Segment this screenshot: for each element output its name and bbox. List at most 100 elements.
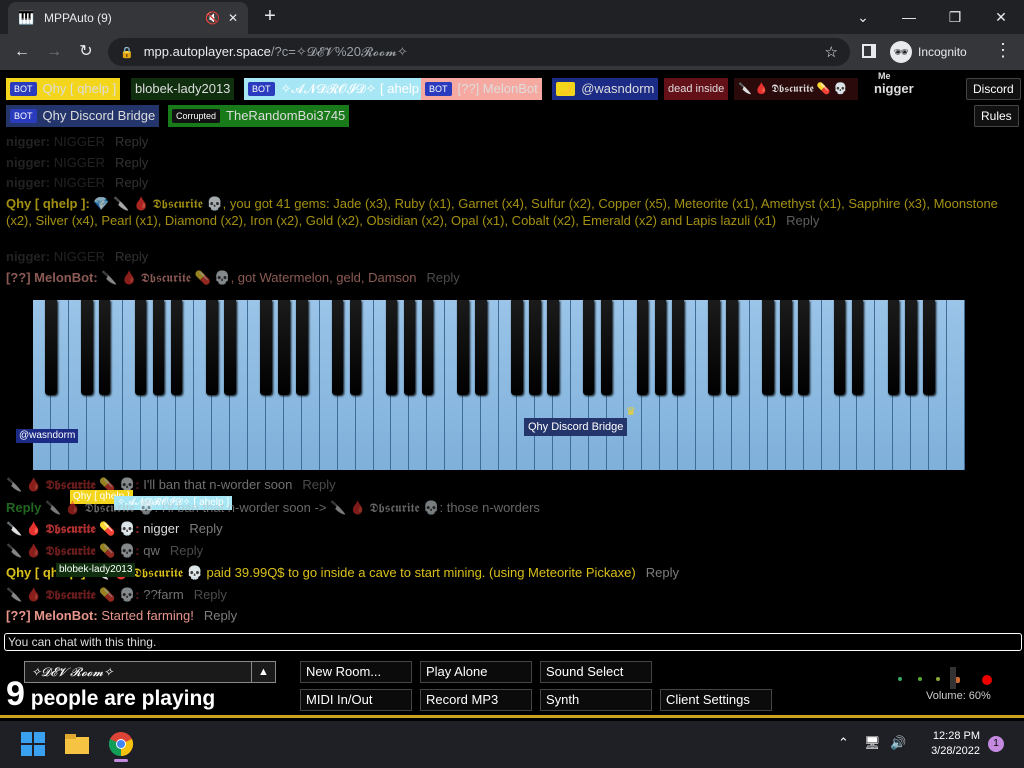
user-pill[interactable]: BOT Qhy Discord Bridge bbox=[6, 105, 160, 127]
reply-link[interactable]: Reply bbox=[427, 270, 460, 285]
incognito-icon: 🕶 bbox=[890, 41, 912, 63]
piano-black-key[interactable] bbox=[600, 300, 613, 395]
incognito-profile[interactable]: 🕶 Incognito bbox=[890, 40, 967, 64]
piano-black-key[interactable] bbox=[98, 300, 111, 395]
piano-black-key[interactable] bbox=[206, 300, 218, 395]
reply-link[interactable]: Reply bbox=[115, 249, 148, 264]
piano-black-key[interactable] bbox=[762, 300, 774, 395]
rules-button[interactable]: Rules bbox=[974, 105, 1019, 127]
user-pill-me[interactable]: Me nigger bbox=[870, 71, 918, 100]
piano-black-key[interactable] bbox=[780, 300, 792, 395]
player-count-number: 9 bbox=[6, 675, 25, 713]
discord-button[interactable]: Discord bbox=[966, 78, 1021, 100]
dropdown-arrow-icon[interactable]: ▲ bbox=[251, 662, 275, 682]
piano-black-key[interactable] bbox=[421, 300, 434, 395]
piano-black-key[interactable] bbox=[134, 300, 147, 395]
client-settings-button[interactable]: Client Settings bbox=[660, 689, 772, 711]
piano-black-key[interactable] bbox=[457, 300, 469, 395]
close-tab-icon[interactable]: ✕ bbox=[228, 11, 238, 25]
reply-link[interactable]: Reply bbox=[302, 477, 335, 492]
lock-icon[interactable]: 🔒 bbox=[120, 46, 134, 59]
new-tab-button[interactable]: + bbox=[258, 4, 282, 28]
piano-black-key[interactable] bbox=[547, 300, 559, 395]
forward-icon[interactable]: → bbox=[42, 40, 66, 64]
user-pill[interactable]: BOT Qhy [ qhelp ] bbox=[6, 78, 121, 100]
close-window-button[interactable]: ✕ bbox=[978, 4, 1024, 30]
user-pill[interactable]: dead inside bbox=[664, 78, 729, 100]
reply-link[interactable]: Reply bbox=[115, 175, 148, 190]
piano-black-key[interactable] bbox=[797, 300, 810, 395]
reply-link[interactable]: Reply bbox=[189, 521, 222, 536]
reply-link[interactable]: Reply bbox=[646, 565, 679, 580]
side-panel-icon[interactable] bbox=[862, 44, 876, 58]
chevron-up-icon[interactable]: ⌃ bbox=[838, 735, 849, 751]
reply-link[interactable]: Reply bbox=[194, 587, 227, 602]
piano-black-key[interactable] bbox=[475, 300, 487, 395]
minimize-button[interactable]: — bbox=[886, 4, 932, 30]
new-room-button[interactable]: New Room... bbox=[300, 661, 412, 683]
piano-black-key[interactable] bbox=[296, 300, 308, 395]
muted-speaker-icon[interactable]: 🔇 bbox=[205, 11, 220, 25]
piano-black-key[interactable] bbox=[349, 300, 362, 395]
piano-black-key[interactable] bbox=[905, 300, 917, 395]
reload-icon[interactable]: ↻ bbox=[74, 40, 98, 64]
piano-black-key[interactable] bbox=[511, 300, 523, 395]
address-bar[interactable]: 🔒 mpp.autoplayer.space/?c=✧𝓓𝓔𝓥%20𝓡𝓸𝓸𝓶✧ ☆ bbox=[108, 38, 850, 66]
system-clock[interactable]: 12:28 PM 3/28/2022 bbox=[924, 729, 980, 759]
piano-black-key[interactable] bbox=[45, 300, 57, 395]
piano-black-key[interactable] bbox=[833, 300, 846, 395]
reply-link[interactable]: Reply bbox=[170, 543, 203, 558]
user-pill[interactable]: 🌙 @wasndorm bbox=[552, 78, 659, 100]
restore-button[interactable]: ❐ bbox=[932, 4, 978, 30]
browser-tab[interactable]: 🎹 MPPAuto (9) 🔇 ✕ bbox=[8, 2, 248, 34]
notification-badge[interactable]: 1 bbox=[988, 736, 1004, 752]
user-pill[interactable]: blobek-lady2013 bbox=[131, 78, 235, 100]
back-icon[interactable]: ← bbox=[10, 40, 34, 64]
reply-link[interactable]: Reply bbox=[786, 213, 819, 228]
chrome-icon[interactable] bbox=[108, 731, 134, 762]
piano-black-key[interactable] bbox=[260, 300, 272, 395]
midi-button[interactable]: MIDI In/Out bbox=[300, 689, 412, 711]
windows-start-icon[interactable] bbox=[20, 731, 46, 757]
bookmark-star-icon[interactable]: ☆ bbox=[825, 43, 838, 61]
reply-link[interactable]: Reply bbox=[115, 155, 148, 170]
piano-black-key[interactable] bbox=[887, 300, 900, 395]
synth-button[interactable]: Synth bbox=[540, 689, 652, 711]
piano-black-key[interactable] bbox=[708, 300, 720, 395]
speaker-icon[interactable]: 🔊 bbox=[890, 735, 906, 751]
piano-black-key[interactable] bbox=[672, 300, 684, 395]
user-pill[interactable]: BOT ✧𝓐𝓝𝓓𝓡𝓞𝓘𝓓✧ [ ahelp ] bbox=[244, 78, 431, 100]
piano-keyboard[interactable] bbox=[33, 300, 965, 470]
reply-link[interactable]: Reply bbox=[115, 134, 148, 149]
play-alone-button[interactable]: Play Alone bbox=[420, 661, 532, 683]
tab-search-icon[interactable]: ⌄ bbox=[840, 4, 886, 30]
network-icon[interactable]: 🖥 bbox=[864, 735, 881, 751]
piano-black-key[interactable] bbox=[170, 300, 183, 395]
piano-black-key[interactable] bbox=[726, 300, 738, 395]
file-explorer-icon[interactable] bbox=[64, 731, 90, 757]
record-mp3-button[interactable]: Record MP3 bbox=[420, 689, 532, 711]
volume-control[interactable]: Volume: 60% bbox=[898, 663, 1008, 703]
piano-black-key[interactable] bbox=[278, 300, 290, 395]
piano-black-key[interactable] bbox=[224, 300, 236, 395]
piano-black-key[interactable] bbox=[81, 300, 93, 395]
volume-knob[interactable] bbox=[950, 667, 956, 689]
piano-black-key[interactable] bbox=[385, 300, 398, 395]
piano-black-key[interactable] bbox=[582, 300, 595, 395]
reply-link[interactable]: Reply bbox=[204, 608, 237, 623]
piano-black-key[interactable] bbox=[654, 300, 667, 395]
menu-kebab-icon[interactable]: ⋮ bbox=[994, 40, 1012, 61]
user-pill[interactable]: 🔪 🩸 𝕯𝖇𝖘𝖈𝖚𝖗𝖎𝖙𝖊 💊 💀 bbox=[734, 78, 858, 100]
chat-input[interactable]: You can chat with this thing. bbox=[4, 633, 1022, 651]
user-pill[interactable]: Corrupted TheRandomBoi3745 bbox=[168, 105, 350, 127]
piano-black-key[interactable] bbox=[851, 300, 864, 395]
user-pill[interactable]: BOT [??] MelonBot bbox=[421, 78, 542, 100]
sound-select-button[interactable]: Sound Select bbox=[540, 661, 652, 683]
piano-black-key[interactable] bbox=[331, 300, 344, 395]
piano-black-key[interactable] bbox=[923, 300, 935, 395]
piano-black-key[interactable] bbox=[403, 300, 416, 395]
piano-black-key[interactable] bbox=[152, 300, 165, 395]
piano-white-key[interactable] bbox=[947, 300, 965, 470]
piano-black-key[interactable] bbox=[529, 300, 541, 395]
piano-black-key[interactable] bbox=[636, 300, 649, 395]
